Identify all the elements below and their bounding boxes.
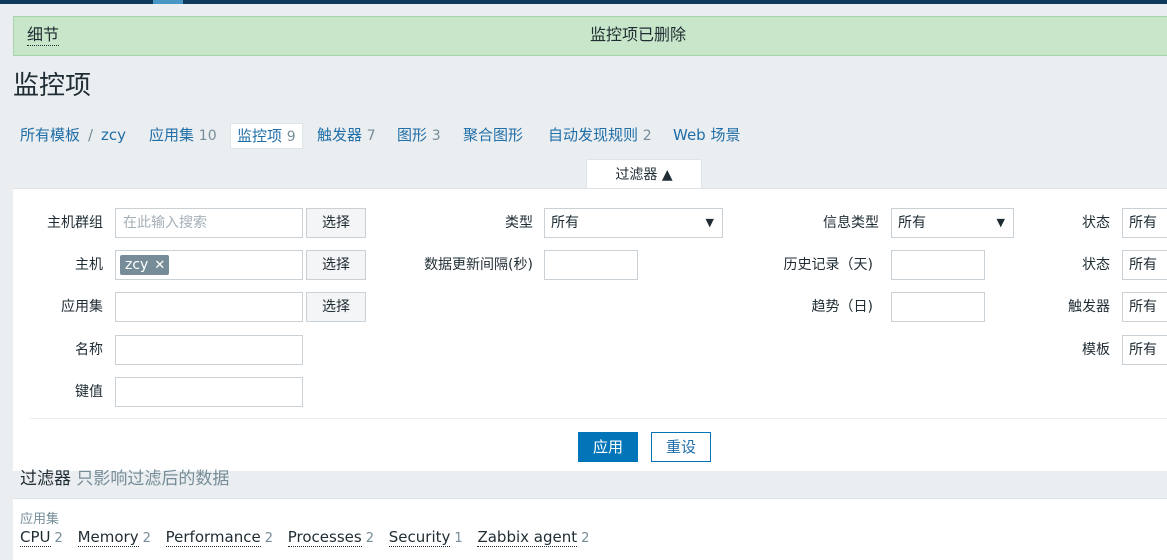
tab-items[interactable]: 监控项 9 xyxy=(230,123,303,149)
subfilter-count: 2 xyxy=(264,531,273,546)
tab-screens[interactable]: 聚合图形 xyxy=(463,123,523,147)
host-groups-label: 主机群组 xyxy=(47,215,103,231)
info-type-select-value: 所有 xyxy=(898,215,926,231)
trends-input[interactable] xyxy=(891,292,985,322)
subfilter-hint: 只影响过滤后的数据 xyxy=(76,469,230,489)
success-message: 细节 监控项已删除 xyxy=(13,16,1167,56)
tab-label: 应用集 xyxy=(149,126,195,144)
applications-input[interactable] xyxy=(115,292,303,322)
subfilter-count: 2 xyxy=(365,531,374,546)
tab-graphs[interactable]: 图形 3 xyxy=(397,123,441,147)
name-input[interactable] xyxy=(115,335,303,365)
filter-toggle-tab[interactable]: 过滤器 ▲ xyxy=(586,159,702,189)
subfilter-panel: 应用集 CPU 2 Memory 2 Performance 2 Processes 2… xyxy=(13,498,1167,560)
host-tag: zcy ✕ xyxy=(120,255,170,275)
filter-divider xyxy=(30,418,1167,419)
dropdown-arrow-icon: ▼ xyxy=(996,216,1005,229)
subfilter-count: 1 xyxy=(454,531,463,546)
top-bar-active-indicator xyxy=(153,0,183,4)
history-label: 历史记录（天) xyxy=(783,257,873,273)
template-label: 模板 xyxy=(1082,342,1110,358)
subfilter-title: 过滤器 只影响过滤后的数据 xyxy=(20,468,229,490)
template-select-value: 所有 xyxy=(1129,342,1157,358)
history-input[interactable] xyxy=(891,250,985,280)
message-details-link[interactable]: 细节 xyxy=(27,25,60,46)
subfilter-count: 2 xyxy=(581,531,590,546)
breadcrumb-template[interactable]: zcy xyxy=(101,123,126,147)
subfilter-item-processes[interactable]: Processes xyxy=(287,528,362,547)
type-label: 类型 xyxy=(505,215,533,231)
status-label: 状态 xyxy=(1082,257,1110,273)
state-select-value: 所有 xyxy=(1129,215,1157,231)
tab-count: 10 xyxy=(198,128,217,144)
subfilter-item-memory[interactable]: Memory xyxy=(77,528,139,547)
host-groups-input[interactable]: 在此输入搜索 xyxy=(115,208,303,238)
hosts-label: 主机 xyxy=(75,257,103,273)
breadcrumb-all-templates[interactable]: 所有模板 xyxy=(20,123,80,147)
update-interval-label: 数据更新间隔(秒) xyxy=(424,257,533,273)
tab-label: 监控项 xyxy=(237,127,283,145)
message-text: 监控项已删除 xyxy=(590,25,687,44)
tab-applications[interactable]: 应用集 10 xyxy=(149,123,217,147)
update-interval-input[interactable] xyxy=(544,250,638,280)
hosts-input[interactable]: zcy ✕ xyxy=(115,250,303,280)
applications-select-button[interactable]: 选择 xyxy=(306,292,366,322)
template-select[interactable]: 所有 xyxy=(1122,335,1167,365)
trends-label: 趋势（日) xyxy=(811,299,873,315)
tab-label: 聚合图形 xyxy=(463,126,524,144)
tab-label: 图形 xyxy=(397,126,428,144)
info-type-select[interactable]: 所有 ▼ xyxy=(891,208,1014,238)
subfilter-item-zabbix-agent[interactable]: Zabbix agent xyxy=(477,528,578,547)
status-select-value: 所有 xyxy=(1129,257,1157,273)
host-tag-label: zcy xyxy=(125,257,149,273)
reset-button[interactable]: 重设 xyxy=(651,432,711,462)
key-label: 键值 xyxy=(75,384,103,400)
apply-button[interactable]: 应用 xyxy=(578,432,638,462)
tab-label: 触发器 xyxy=(317,126,363,144)
triggers-select[interactable]: 所有 xyxy=(1122,292,1167,322)
subfilter-items: CPU 2 Memory 2 Performance 2 Processes 2 Sec… xyxy=(20,528,599,547)
triggers-label: 触发器 xyxy=(1068,299,1110,315)
subfilter-count: 2 xyxy=(142,531,151,546)
host-groups-select-button[interactable]: 选择 xyxy=(306,208,366,238)
key-input[interactable] xyxy=(115,377,303,407)
subfilter-title-text: 过滤器 xyxy=(20,469,71,489)
filter-panel: 主机群组 在此输入搜索 选择 主机 zcy ✕ 选择 应用集 选择 名称 键值 类… xyxy=(13,188,1167,471)
tab-label: Web 场景 xyxy=(673,126,741,144)
type-select-value: 所有 xyxy=(551,215,579,231)
subfilter-item-cpu[interactable]: CPU xyxy=(20,528,51,547)
name-label: 名称 xyxy=(75,342,103,358)
triggers-select-value: 所有 xyxy=(1129,299,1157,315)
state-select[interactable]: 所有 xyxy=(1122,208,1167,238)
subfilter-item-performance[interactable]: Performance xyxy=(165,528,261,547)
tab-web-scenarios[interactable]: Web 场景 xyxy=(673,123,740,147)
tab-discovery-rules[interactable]: 自动发现规则 2 xyxy=(548,123,652,147)
tab-triggers[interactable]: 触发器 7 xyxy=(317,123,376,147)
breadcrumb-separator: / xyxy=(88,126,94,144)
tab-label: 自动发现规则 xyxy=(548,126,639,144)
page-title: 监控项 xyxy=(13,71,92,101)
subfilter-item-security[interactable]: Security xyxy=(388,528,451,547)
info-type-label: 信息类型 xyxy=(823,215,879,231)
state-label: 状态 xyxy=(1082,215,1110,231)
tab-count: 7 xyxy=(366,128,376,144)
dropdown-arrow-icon: ▼ xyxy=(705,216,714,229)
hosts-select-button[interactable]: 选择 xyxy=(306,250,366,280)
type-select[interactable]: 所有 ▼ xyxy=(544,208,723,238)
applications-label: 应用集 xyxy=(61,299,103,315)
subfilter-count: 2 xyxy=(54,531,63,546)
tab-count: 2 xyxy=(642,128,652,144)
status-select[interactable]: 所有 xyxy=(1122,250,1167,280)
tab-count: 9 xyxy=(286,129,296,145)
subfilter-group-label: 应用集 xyxy=(20,512,60,527)
tab-count: 3 xyxy=(431,128,441,144)
remove-tag-icon[interactable]: ✕ xyxy=(154,258,165,273)
